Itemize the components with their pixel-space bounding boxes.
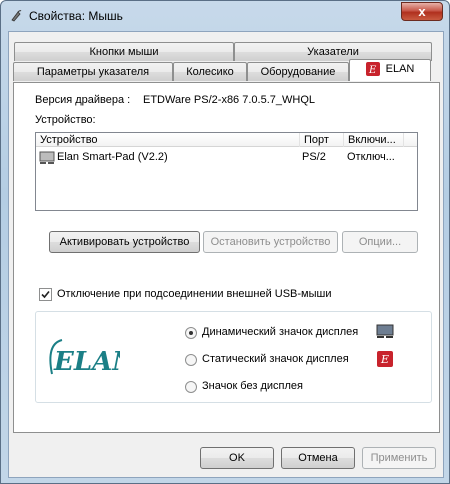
title-bar[interactable]: Свойства: Мышь x <box>1 1 449 31</box>
no-icon-label: Значок без дисплея <box>202 380 303 392</box>
column-enabled[interactable]: Включи... <box>344 133 404 147</box>
monitor-icon <box>376 324 394 338</box>
svg-text:E: E <box>380 353 389 366</box>
column-device[interactable]: Устройство <box>36 133 300 147</box>
checkmark-icon <box>41 290 50 299</box>
radio-no-icon[interactable] <box>185 381 197 393</box>
table-row[interactable]: Elan Smart-Pad (V2.2) PS/2 Отключ... <box>36 149 417 167</box>
static-icon-label: Статический значок дисплея <box>202 353 349 365</box>
usb-disable-checkbox[interactable] <box>39 288 52 301</box>
properties-window: Свойства: Мышь x Кнопки мыши Указатели П… <box>0 0 450 484</box>
radio-static-icon[interactable] <box>185 354 197 366</box>
elan-red-icon: E <box>377 351 393 367</box>
elan-logo-text: ELAN <box>53 347 120 377</box>
device-name: Elan Smart-Pad (V2.2) <box>57 151 168 163</box>
device-port: PS/2 <box>302 151 326 163</box>
display-icon-group: ELAN Динамический значок дисплея Статиче… <box>35 311 432 403</box>
driver-version-value: ETDWare PS/2-x86 7.0.5.7_WHQL <box>143 94 315 106</box>
close-icon: x <box>418 4 426 19</box>
stop-device-button[interactable]: Остановить устройство <box>203 231 338 253</box>
options-button[interactable]: Опции... <box>342 231 418 253</box>
elan-logo: ELAN <box>42 334 120 382</box>
activate-device-button[interactable]: Активировать устройство <box>49 231 200 253</box>
dynamic-icon-label: Динамический значок дисплея <box>202 326 359 338</box>
driver-version-label: Версия драйвера : <box>35 94 131 106</box>
device-list-header: Устройство Порт Включи... <box>36 133 417 147</box>
touchpad-icon <box>39 151 55 164</box>
window-title: Свойства: Мышь <box>29 9 123 23</box>
device-list[interactable]: Устройство Порт Включи... Elan Smart-Pad… <box>35 132 418 211</box>
mouse-app-icon <box>11 10 22 22</box>
dialog-client: Кнопки мыши Указатели Параметры указател… <box>8 31 444 478</box>
panel-content: Версия драйвера : ETDWare PS/2-x86 7.0.5… <box>9 32 443 477</box>
usb-disable-label: Отключение при подсоединении внешней USB… <box>57 288 332 300</box>
device-enabled: Отключ... <box>347 151 395 163</box>
device-section-label: Устройство: <box>35 114 96 126</box>
radio-dynamic-icon[interactable] <box>185 327 197 339</box>
close-button[interactable]: x <box>401 2 443 21</box>
column-port[interactable]: Порт <box>300 133 344 147</box>
